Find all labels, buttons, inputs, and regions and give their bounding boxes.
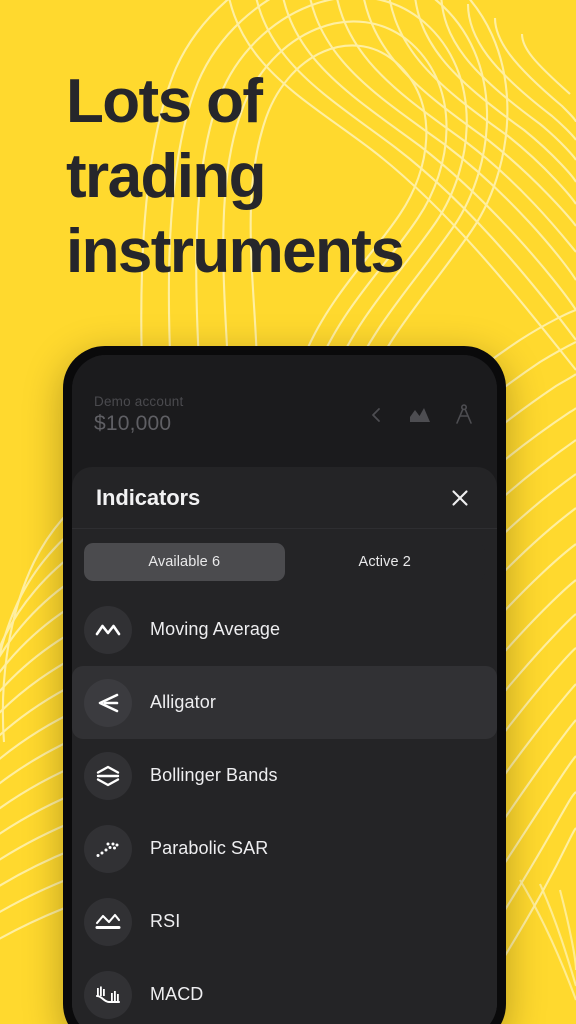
dotted-curve-icon [84, 824, 132, 873]
headline-line-2: trading [66, 142, 267, 211]
histogram-line-icon [84, 970, 132, 1019]
account-summary[interactable]: Demo account $10,000 [94, 386, 361, 436]
headline-line-3: instruments [66, 217, 405, 286]
sheet-header: Indicators [72, 467, 497, 529]
tabs-container: Available 6 Active 2 [72, 529, 497, 593]
account-label: Demo account [94, 394, 184, 409]
tab-active[interactable]: Active 2 [285, 543, 486, 581]
list-item[interactable]: Bollinger Bands [72, 739, 497, 812]
page-title: Lots of trading instruments [66, 64, 536, 289]
segmented-tabs: Available 6 Active 2 [84, 543, 485, 581]
app-bar-actions [361, 392, 479, 430]
list-item-label: Bollinger Bands [150, 765, 278, 785]
stacked-bands-icon [84, 751, 132, 800]
chevron-left-icon[interactable] [361, 400, 391, 430]
sheet-title: Indicators [96, 484, 201, 510]
list-item[interactable]: Moving Average [72, 593, 497, 666]
indicator-list: Moving Average Alligator Bollinger Bands… [72, 593, 497, 1024]
wave-over-line-icon [84, 897, 132, 946]
headline-line-1: Lots of [66, 67, 263, 136]
tab-available[interactable]: Available 6 [84, 543, 285, 581]
account-balance: $10,000 [94, 412, 172, 435]
promo-screenshot: Lots of trading instruments Demo account… [0, 0, 576, 1024]
list-item-label: MACD [150, 984, 204, 1004]
indicators-sheet: Indicators Available 6 Active 2 Moving A… [72, 467, 497, 1024]
list-item-label: Parabolic SAR [150, 838, 269, 858]
list-item-label: Alligator [150, 692, 216, 712]
close-icon[interactable] [445, 483, 475, 513]
chevron-left-double-icon [84, 678, 132, 727]
list-item-label: Moving Average [150, 619, 281, 639]
list-item[interactable]: Parabolic SAR [72, 812, 497, 885]
phone-screen: Demo account $10,000 Indicators Availabl… [72, 355, 497, 1024]
list-item[interactable]: MACD [72, 958, 497, 1024]
list-item[interactable]: RSI [72, 885, 497, 958]
list-item-label: RSI [150, 911, 181, 931]
area-chart-icon[interactable] [405, 400, 435, 430]
compass-icon[interactable] [449, 400, 479, 430]
wave-peaks-icon [84, 605, 132, 654]
phone-mockup: Demo account $10,000 Indicators Availabl… [63, 346, 506, 1024]
app-bar: Demo account $10,000 [72, 355, 497, 467]
list-item[interactable]: Alligator [72, 666, 497, 739]
